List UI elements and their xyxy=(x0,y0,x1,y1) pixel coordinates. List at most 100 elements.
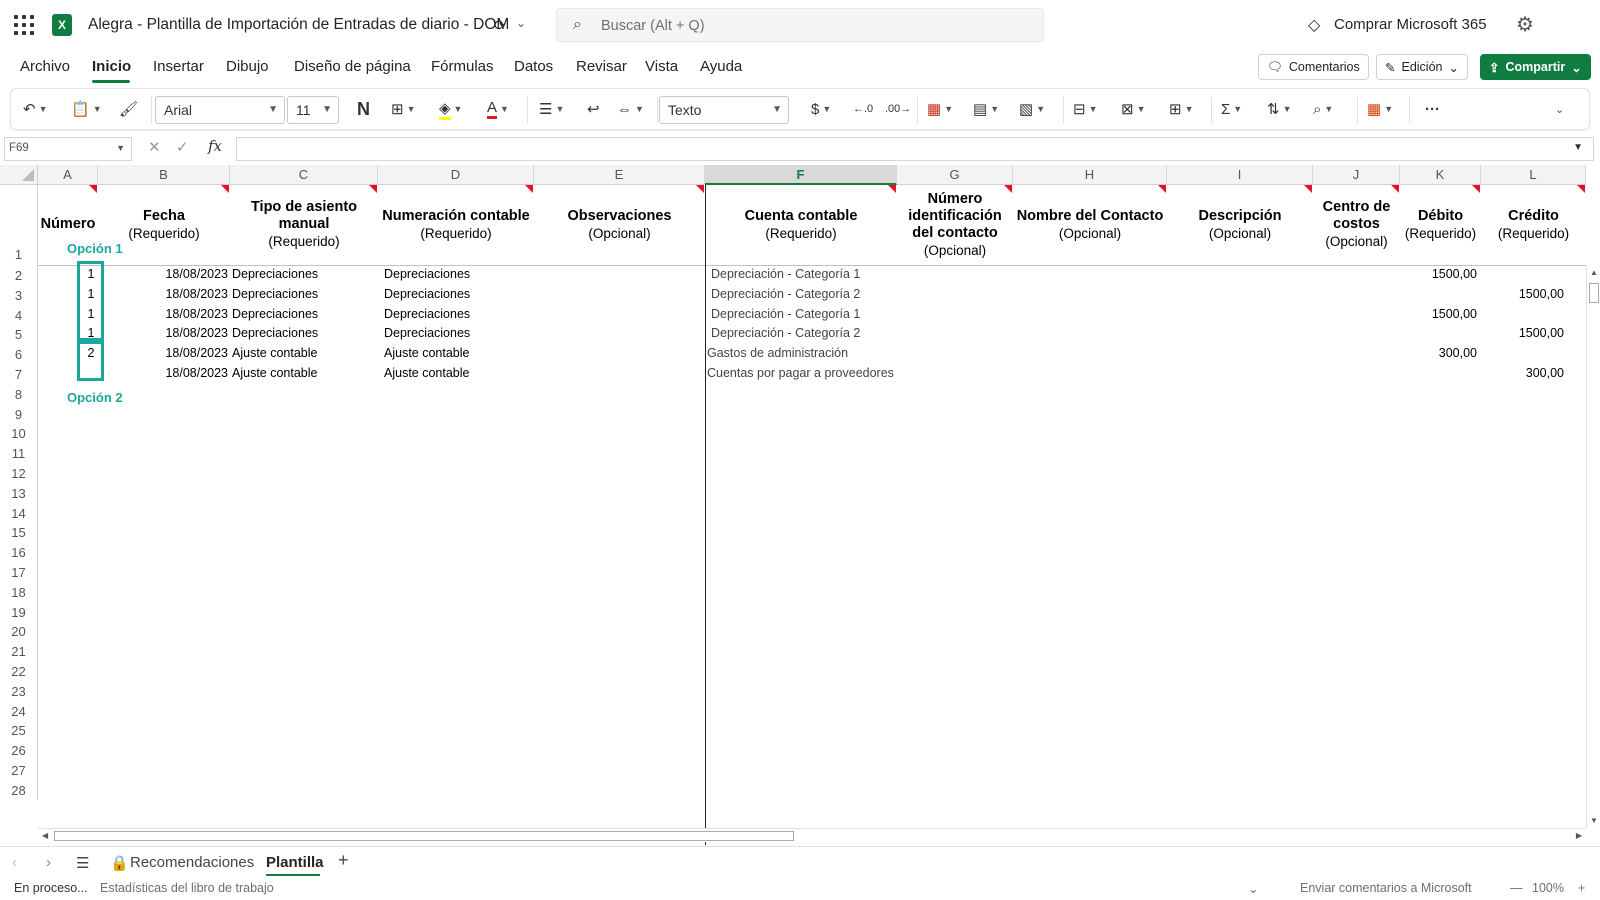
font-color-button[interactable]: A ▼ xyxy=(487,97,509,121)
confirm-formula-icon[interactable]: ✓ xyxy=(176,138,189,156)
currency-button[interactable]: $ ▼ xyxy=(811,97,831,121)
header-cell-d[interactable]: Numeración contable (Requerido) xyxy=(378,185,534,264)
cell-c4[interactable]: Depreciaciones xyxy=(230,305,378,324)
cell-c2[interactable]: Depreciaciones xyxy=(230,265,378,284)
header-cell-c[interactable]: Tipo de asiento manual (Requerido) xyxy=(230,185,378,264)
comment-marker-icon[interactable] xyxy=(696,185,704,193)
comment-marker-icon[interactable] xyxy=(369,185,377,193)
tab-archivo[interactable]: Archivo xyxy=(20,58,70,75)
search-box[interactable]: ⌕ Buscar (Alt + Q) xyxy=(556,8,1044,42)
cell-k3[interactable] xyxy=(1400,285,1477,304)
number-format-select[interactable]: Texto ▼ xyxy=(659,96,789,124)
chevron-down-icon[interactable]: ⌄ xyxy=(1248,881,1258,896)
column-header-j[interactable]: J xyxy=(1313,165,1400,185)
cell-b5[interactable]: 18/08/2023 xyxy=(98,324,228,343)
comments-button[interactable]: 🗨 Comentarios xyxy=(1258,54,1369,80)
sort-filter-button[interactable]: ⇅ ▼ xyxy=(1267,97,1292,121)
cell-c6[interactable]: Ajuste contable xyxy=(230,344,378,363)
cell-d6[interactable]: Ajuste contable xyxy=(378,344,534,363)
cell-styles-button[interactable]: ▧ ▼ xyxy=(1019,97,1045,121)
row-header-22[interactable]: 22 xyxy=(0,661,38,681)
spreadsheet-grid[interactable]: ABCDEFGHIJKL 1 2 3 4 5 6 7 8 9 10 11 12 13 14 15 16 17 18… xyxy=(0,165,1600,845)
comment-marker-icon[interactable] xyxy=(1472,185,1480,193)
comment-marker-icon[interactable] xyxy=(1304,185,1312,193)
cell-b4[interactable]: 18/08/2023 xyxy=(98,305,228,324)
format-table-button[interactable]: ▤ ▼ xyxy=(973,97,999,121)
save-status-icon[interactable]: ⟳ xyxy=(494,17,506,34)
share-button[interactable]: ⇪ Compartir ⌄ xyxy=(1480,54,1591,80)
cell-d7[interactable]: Ajuste contable xyxy=(378,364,534,383)
scroll-left-icon[interactable]: ◀ xyxy=(42,831,48,840)
row-header-10[interactable]: 10 xyxy=(0,423,38,444)
column-header-a[interactable]: A xyxy=(38,165,98,185)
header-cell-j[interactable]: Centro de costos (Opcional) xyxy=(1313,185,1400,264)
comment-marker-icon[interactable] xyxy=(888,185,896,193)
comment-marker-icon[interactable] xyxy=(221,185,229,193)
scroll-down-icon[interactable]: ▼ xyxy=(1590,816,1598,825)
cell-d5[interactable]: Depreciaciones xyxy=(378,324,534,343)
wrap-text-button[interactable]: ↩ xyxy=(587,97,600,121)
row-header-4[interactable]: 4 xyxy=(0,304,38,325)
row-header-16[interactable]: 16 xyxy=(0,542,38,562)
header-cell-g[interactable]: Número identificación del contacto (Opcio… xyxy=(897,185,1013,264)
undo-button[interactable]: ↶ ▼ xyxy=(23,97,48,121)
cancel-formula-icon[interactable]: ✕ xyxy=(148,138,161,156)
cell-l2[interactable] xyxy=(1481,265,1564,284)
cell-f2[interactable]: Depreciación - Categoría 1 xyxy=(705,265,897,284)
delete-cells-button[interactable]: ⊠ ▼ xyxy=(1121,97,1146,121)
bold-button[interactable]: N xyxy=(357,97,370,121)
header-cell-e[interactable]: Observaciones (Opcional) xyxy=(534,185,705,264)
row-header-9[interactable]: 9 xyxy=(0,403,38,424)
chevron-down-icon[interactable]: ⌄ xyxy=(516,16,526,30)
app-launcher-icon[interactable] xyxy=(14,15,34,35)
cell-l5[interactable]: 1500,00 xyxy=(1481,324,1564,343)
cell-k5[interactable] xyxy=(1400,324,1477,343)
sheet-tab-plantilla[interactable]: Plantilla xyxy=(266,854,324,871)
find-button[interactable]: ⌕ ▼ xyxy=(1313,97,1333,121)
merge-button[interactable]: ⇔ ▼ xyxy=(617,97,644,121)
insert-cells-button[interactable]: ⊟ ▼ xyxy=(1073,97,1098,121)
scroll-up-icon[interactable]: ▲ xyxy=(1590,268,1598,277)
header-cell-l[interactable]: Crédito (Requerido) xyxy=(1481,185,1586,264)
column-header-l[interactable]: L xyxy=(1481,165,1586,185)
column-header-e[interactable]: E xyxy=(534,165,705,185)
conditional-format-button[interactable]: ▦ ▼ xyxy=(927,97,953,121)
column-header-f[interactable]: F xyxy=(705,165,897,185)
row-header-14[interactable]: 14 xyxy=(0,502,38,523)
column-header-k[interactable]: K xyxy=(1400,165,1481,185)
column-header-h[interactable]: H xyxy=(1013,165,1167,185)
row-header-13[interactable]: 13 xyxy=(0,482,38,503)
fill-color-button[interactable]: ◈ ▼ xyxy=(439,97,462,121)
header-cell-h[interactable]: Nombre del Contacto (Opcional) xyxy=(1013,185,1167,264)
row-header-5[interactable]: 5 xyxy=(0,324,38,345)
column-header-g[interactable]: G xyxy=(897,165,1013,185)
cell-f4[interactable]: Depreciación - Categoría 1 xyxy=(705,305,897,324)
comment-marker-icon[interactable] xyxy=(1004,185,1012,193)
column-header-d[interactable]: D xyxy=(378,165,534,185)
row-header-2[interactable]: 2 xyxy=(0,265,38,285)
row-header-23[interactable]: 23 xyxy=(0,680,38,701)
buy-microsoft-365-link[interactable]: Comprar Microsoft 365 xyxy=(1334,16,1487,33)
vertical-scrollbar[interactable]: ▲ ▼ xyxy=(1586,265,1600,828)
cell-l7[interactable]: 300,00 xyxy=(1481,364,1564,383)
cell-l4[interactable] xyxy=(1481,305,1564,324)
row-header-19[interactable]: 19 xyxy=(0,601,38,622)
tab-datos[interactable]: Datos xyxy=(514,58,553,75)
zoom-out-icon[interactable]: — xyxy=(1510,881,1523,895)
row-header-20[interactable]: 20 xyxy=(0,621,38,642)
row-header-17[interactable]: 17 xyxy=(0,562,38,582)
row-header-1[interactable]: 1 xyxy=(0,185,38,265)
zoom-in-icon[interactable]: + xyxy=(1578,881,1585,895)
editing-mode-button[interactable]: ✎ Edición ⌄ xyxy=(1376,54,1468,80)
more-options-button[interactable]: ··· xyxy=(1425,97,1440,121)
chevron-down-icon[interactable]: ▼ xyxy=(1573,142,1583,153)
cell-f5[interactable]: Depreciación - Categoría 2 xyxy=(705,324,897,343)
tab-insertar[interactable]: Insertar xyxy=(153,58,204,75)
tab-formulas[interactable]: Fórmulas xyxy=(431,58,494,75)
workbook-stats-link[interactable]: Estadísticas del libro de trabajo xyxy=(100,881,274,895)
cell-k7[interactable] xyxy=(1400,364,1477,383)
horizontal-scrollbar[interactable]: ◀ ▶ xyxy=(38,828,1586,842)
addins-button[interactable]: ▦ ▼ xyxy=(1367,97,1393,121)
horizontal-scroll-thumb[interactable] xyxy=(54,831,794,841)
row-header-11[interactable]: 11 xyxy=(0,443,38,463)
